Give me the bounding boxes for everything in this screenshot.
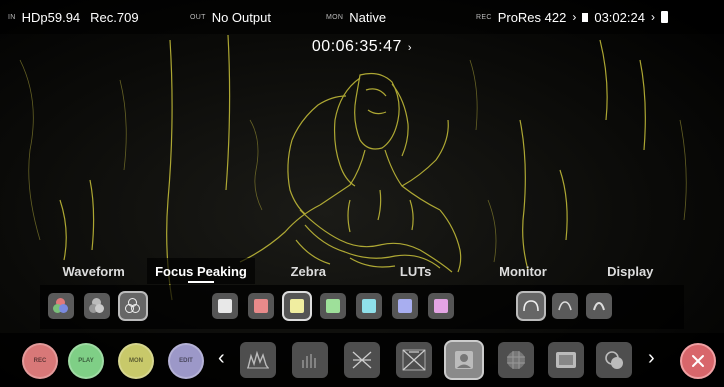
close-button[interactable]	[680, 343, 716, 379]
chevron-right-icon: ›	[572, 10, 577, 24]
chevron-right-icon: ›	[650, 10, 655, 24]
medium-curve-icon	[558, 301, 572, 311]
tab-display[interactable]: Display	[577, 258, 684, 284]
edit-button[interactable]: EDIT	[168, 343, 204, 379]
outline-circles-icon	[125, 298, 141, 314]
input-tag: IN	[8, 13, 16, 21]
histogram-tool-button[interactable]	[292, 342, 328, 378]
color-swatch	[362, 299, 376, 313]
peaking-mode-gray-button[interactable]	[84, 293, 110, 319]
input-format: HDp59.94	[21, 9, 81, 25]
scroll-right-icon[interactable]: ›	[648, 347, 655, 370]
tool-tabs: Waveform Focus Peaking Zebra LUTs Monito…	[40, 258, 684, 284]
bottom-toolbar: REC PLAY MON EDIT ‹ ›	[0, 333, 724, 387]
peaking-color-blue-button[interactable]	[392, 293, 418, 319]
output-status[interactable]: OUT No Output	[190, 0, 271, 34]
tab-zebra[interactable]: Zebra	[255, 258, 362, 284]
waveform-tool-button[interactable]	[240, 342, 276, 378]
color-swatch	[326, 299, 340, 313]
monitor-tag: MON	[326, 13, 344, 21]
color-swatch	[290, 299, 304, 313]
zebra-icon	[455, 351, 473, 369]
status-bar: IN HDp59.94 Rec.709 OUT No Output MON Na…	[0, 0, 724, 34]
peaking-color-yellow-button[interactable]	[284, 293, 310, 319]
frame-guides-icon	[556, 352, 576, 368]
anamorphic-tool-button[interactable]	[596, 342, 632, 378]
grid-tool-button[interactable]	[498, 342, 534, 378]
chevron-right-icon: ›	[407, 42, 413, 54]
frame-guides-tool-button[interactable]	[548, 342, 584, 378]
color-swatch	[398, 299, 412, 313]
peaking-mode-outline-button[interactable]	[120, 293, 146, 319]
peaking-mode-color-button[interactable]	[48, 293, 74, 319]
histogram-icon	[302, 354, 316, 368]
peaking-color-green-button[interactable]	[320, 293, 346, 319]
input-status[interactable]: IN HDp59.94 Rec.709	[8, 0, 139, 34]
peaking-color-cyan-button[interactable]	[356, 293, 382, 319]
tab-focus-peaking[interactable]: Focus Peaking	[147, 258, 255, 284]
timecode-value: 00:06:35:47	[311, 38, 402, 55]
scroll-left-icon[interactable]: ‹	[218, 347, 225, 370]
record-button[interactable]: REC	[22, 343, 58, 379]
color-swatch	[218, 299, 232, 313]
color-swatch	[434, 299, 448, 313]
peaking-color-white-button[interactable]	[212, 293, 238, 319]
monitor-button[interactable]: MON	[118, 343, 154, 379]
focus-peaking-icon	[352, 351, 372, 369]
sensitivity-low-button[interactable]	[518, 293, 544, 319]
false-color-icon	[402, 349, 426, 371]
color-space: Rec.709	[90, 9, 139, 25]
zebra-tool-button[interactable]	[446, 342, 482, 378]
low-curve-icon	[523, 300, 539, 312]
waveform-icon	[247, 350, 269, 369]
battery-icon	[660, 11, 668, 23]
record-status[interactable]: REC ProRes 422 › 03:02:24 ›	[476, 0, 668, 34]
focus-peaking-tool-button[interactable]	[344, 342, 380, 378]
timecode-display[interactable]: 00:06:35:47 ›	[0, 38, 724, 56]
sensitivity-high-button[interactable]	[586, 293, 612, 319]
rec-tag: REC	[476, 13, 492, 21]
remaining-time: 03:02:24	[594, 9, 645, 25]
focus-peaking-options	[40, 285, 684, 329]
output-value: No Output	[211, 9, 271, 25]
sensitivity-medium-button[interactable]	[552, 293, 578, 319]
output-tag: OUT	[190, 13, 206, 21]
play-button[interactable]: PLAY	[68, 343, 104, 379]
codec: ProRes 422	[497, 9, 567, 25]
tab-monitor[interactable]: Monitor	[469, 258, 576, 284]
close-icon	[692, 355, 704, 367]
color-circles-icon	[53, 298, 69, 314]
peaking-color-magenta-button[interactable]	[428, 293, 454, 319]
tab-luts[interactable]: LUTs	[362, 258, 469, 284]
gray-circles-icon	[89, 298, 105, 314]
color-swatch	[254, 299, 268, 313]
peaking-color-red-button[interactable]	[248, 293, 274, 319]
monitor-status[interactable]: MON Native	[326, 0, 386, 34]
anamorphic-icon	[605, 351, 623, 369]
false-color-tool-button[interactable]	[396, 342, 432, 378]
tab-waveform[interactable]: Waveform	[40, 258, 147, 284]
media-icon	[582, 12, 589, 22]
grid-icon	[507, 351, 525, 369]
high-curve-icon	[593, 301, 605, 311]
monitor-value: Native	[349, 9, 387, 25]
